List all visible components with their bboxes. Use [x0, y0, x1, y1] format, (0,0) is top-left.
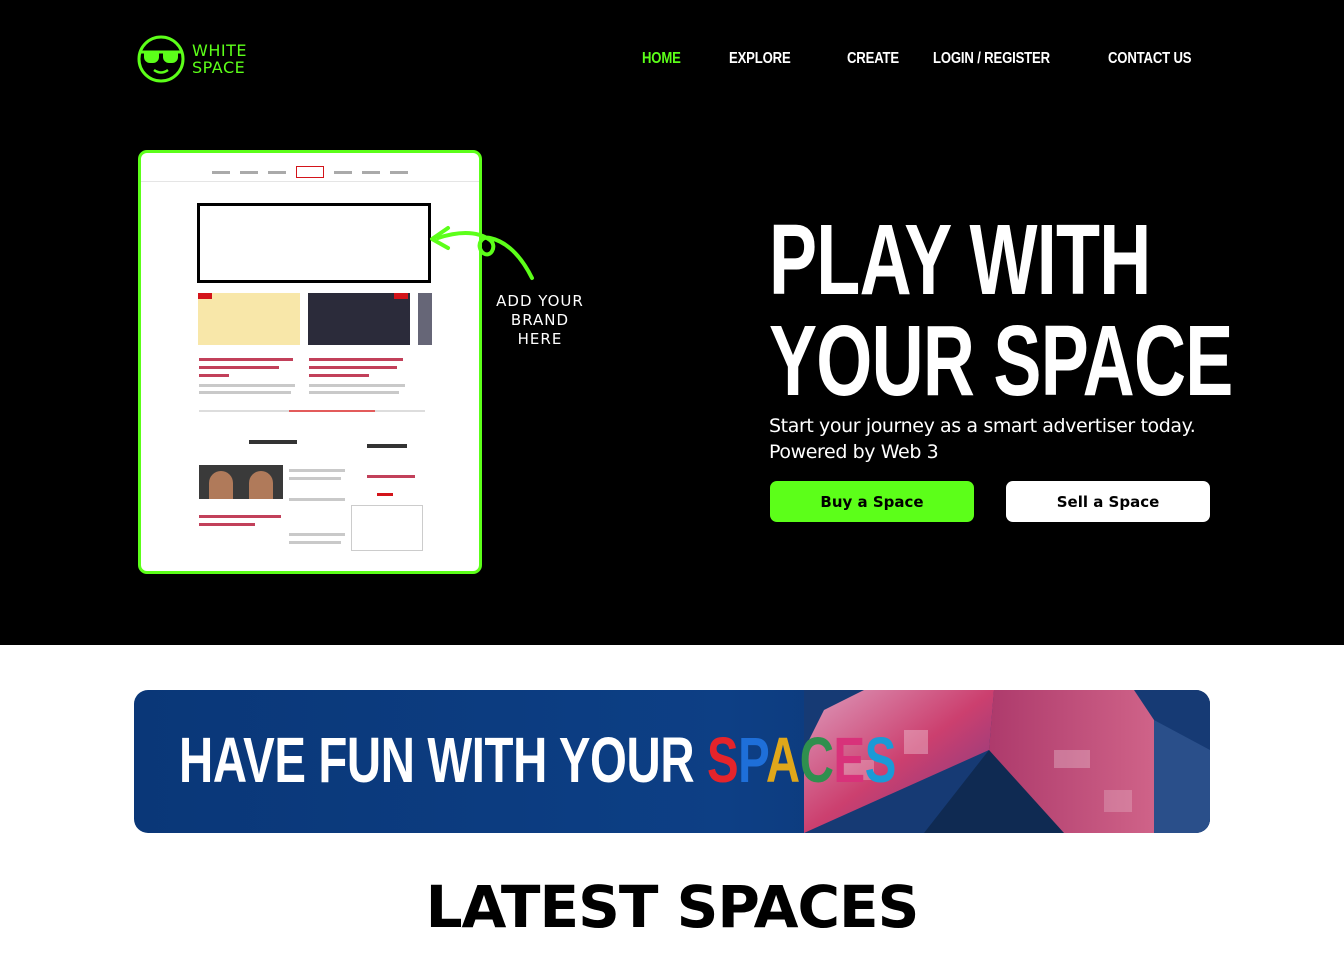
headline-line-2: YOUR SPACE [769, 305, 1233, 417]
preview-text-line [289, 541, 341, 544]
preview-headline-line [199, 358, 293, 361]
banner-letter: S [864, 724, 897, 796]
banner-letter: E [833, 724, 866, 796]
nav-home[interactable]: HOME [642, 48, 681, 70]
subtitle-line-2: Powered by Web 3 [769, 441, 939, 463]
preview-story-thumb [199, 465, 283, 499]
website-preview [138, 150, 482, 574]
brand-line-2: SPACE [192, 58, 246, 77]
subtitle-line-1: Start your journey as a smart advertiser… [769, 415, 1196, 437]
preview-headline-line [199, 523, 255, 526]
promo-banner[interactable]: HAVE FUN WITH YOUR SPACES [134, 690, 1210, 833]
preview-text-line [199, 384, 295, 387]
brand-name: WHITE SPACE [192, 42, 247, 76]
preview-article-image [308, 293, 410, 345]
preview-headline-line [309, 374, 369, 377]
preview-text-line [289, 469, 345, 472]
preview-headline-line [199, 366, 279, 369]
banner-colored-word: SPACES [707, 724, 896, 796]
preview-text-line [289, 477, 341, 480]
preview-section-title [249, 440, 297, 444]
preview-headline-line [309, 366, 397, 369]
preview-headline-line [367, 475, 415, 478]
banner-letter: C [799, 724, 834, 796]
preview-link [377, 493, 393, 496]
nav-create[interactable]: CREATE [847, 48, 899, 70]
preview-text-line [289, 533, 345, 536]
preview-text-line [309, 384, 405, 387]
add-brand-note: ADD YOUR BRAND HERE [492, 292, 588, 349]
nav-explore[interactable]: EXPLORE [729, 48, 791, 70]
preview-nav [141, 161, 479, 183]
preview-headline-line [309, 358, 403, 361]
nav-contact-us[interactable]: CONTACT US [1108, 48, 1192, 70]
note-line-1: ADD YOUR [496, 292, 584, 310]
headline-line-1: PLAY WITH [769, 204, 1151, 316]
brand-line-1: WHITE [192, 41, 247, 60]
latest-spaces-heading: LATEST SPACES [425, 873, 920, 941]
sunglasses-face-icon [137, 35, 185, 83]
ad-placeholder [197, 203, 431, 283]
preview-headline-line [199, 515, 281, 518]
note-line-3: HERE [517, 330, 563, 348]
banner-letter: S [706, 724, 739, 796]
preview-article-image [418, 293, 432, 345]
banner-title-prefix: HAVE FUN WITH YOUR [179, 724, 707, 796]
preview-article-image [198, 293, 300, 345]
banner-letter: A [765, 724, 800, 796]
curved-arrow-icon [430, 226, 534, 280]
buy-space-button[interactable]: Buy a Space [770, 481, 974, 522]
hero-section: WHITE SPACE HOME EXPLORE CREATE LOGIN / … [0, 0, 1344, 645]
preview-text-line [309, 391, 399, 394]
preview-text-line [289, 498, 345, 501]
preview-section-title [367, 444, 407, 448]
sell-space-button[interactable]: Sell a Space [1006, 481, 1210, 522]
banner-letter: P [738, 724, 766, 796]
hero-subtitle: Start your journey as a smart advertiser… [769, 413, 1229, 465]
brand-logo[interactable]: WHITE SPACE [136, 34, 248, 84]
preview-text-line [199, 391, 291, 394]
preview-scrollbar [199, 410, 425, 412]
preview-divider [141, 181, 479, 182]
note-line-2: BRAND [510, 311, 570, 329]
hero-headline: PLAY WITH YOUR SPACE [769, 210, 1233, 412]
nav-login-register[interactable]: LOGIN / REGISTER [933, 48, 1050, 70]
banner-title: HAVE FUN WITH YOUR SPACES [179, 722, 896, 798]
preview-headline-line [199, 374, 229, 377]
preview-newsletter-box [351, 505, 423, 551]
